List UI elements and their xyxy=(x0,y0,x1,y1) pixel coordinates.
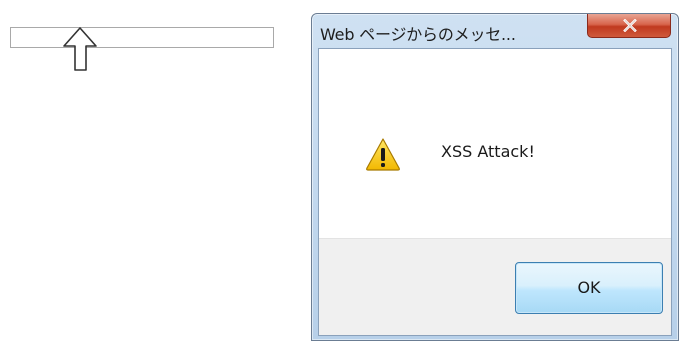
ok-button[interactable]: OK xyxy=(515,262,663,314)
dialog-titlebar[interactable]: Web ページからのメッセ... xyxy=(312,14,678,47)
warning-icon xyxy=(365,137,401,171)
dialog-body: XSS Attack! OK xyxy=(318,48,672,336)
alert-dialog: Web ページからのメッセ... XSS Attack! OK xyxy=(311,13,679,341)
arrow-pointer-icon xyxy=(61,26,101,74)
dialog-title: Web ページからのメッセ... xyxy=(320,25,516,44)
dialog-message: XSS Attack! xyxy=(441,142,535,161)
close-icon xyxy=(623,19,637,32)
button-bar: OK xyxy=(319,238,671,335)
close-button[interactable] xyxy=(587,14,671,38)
text-input[interactable] xyxy=(10,27,274,48)
message-area: XSS Attack! xyxy=(319,49,671,238)
